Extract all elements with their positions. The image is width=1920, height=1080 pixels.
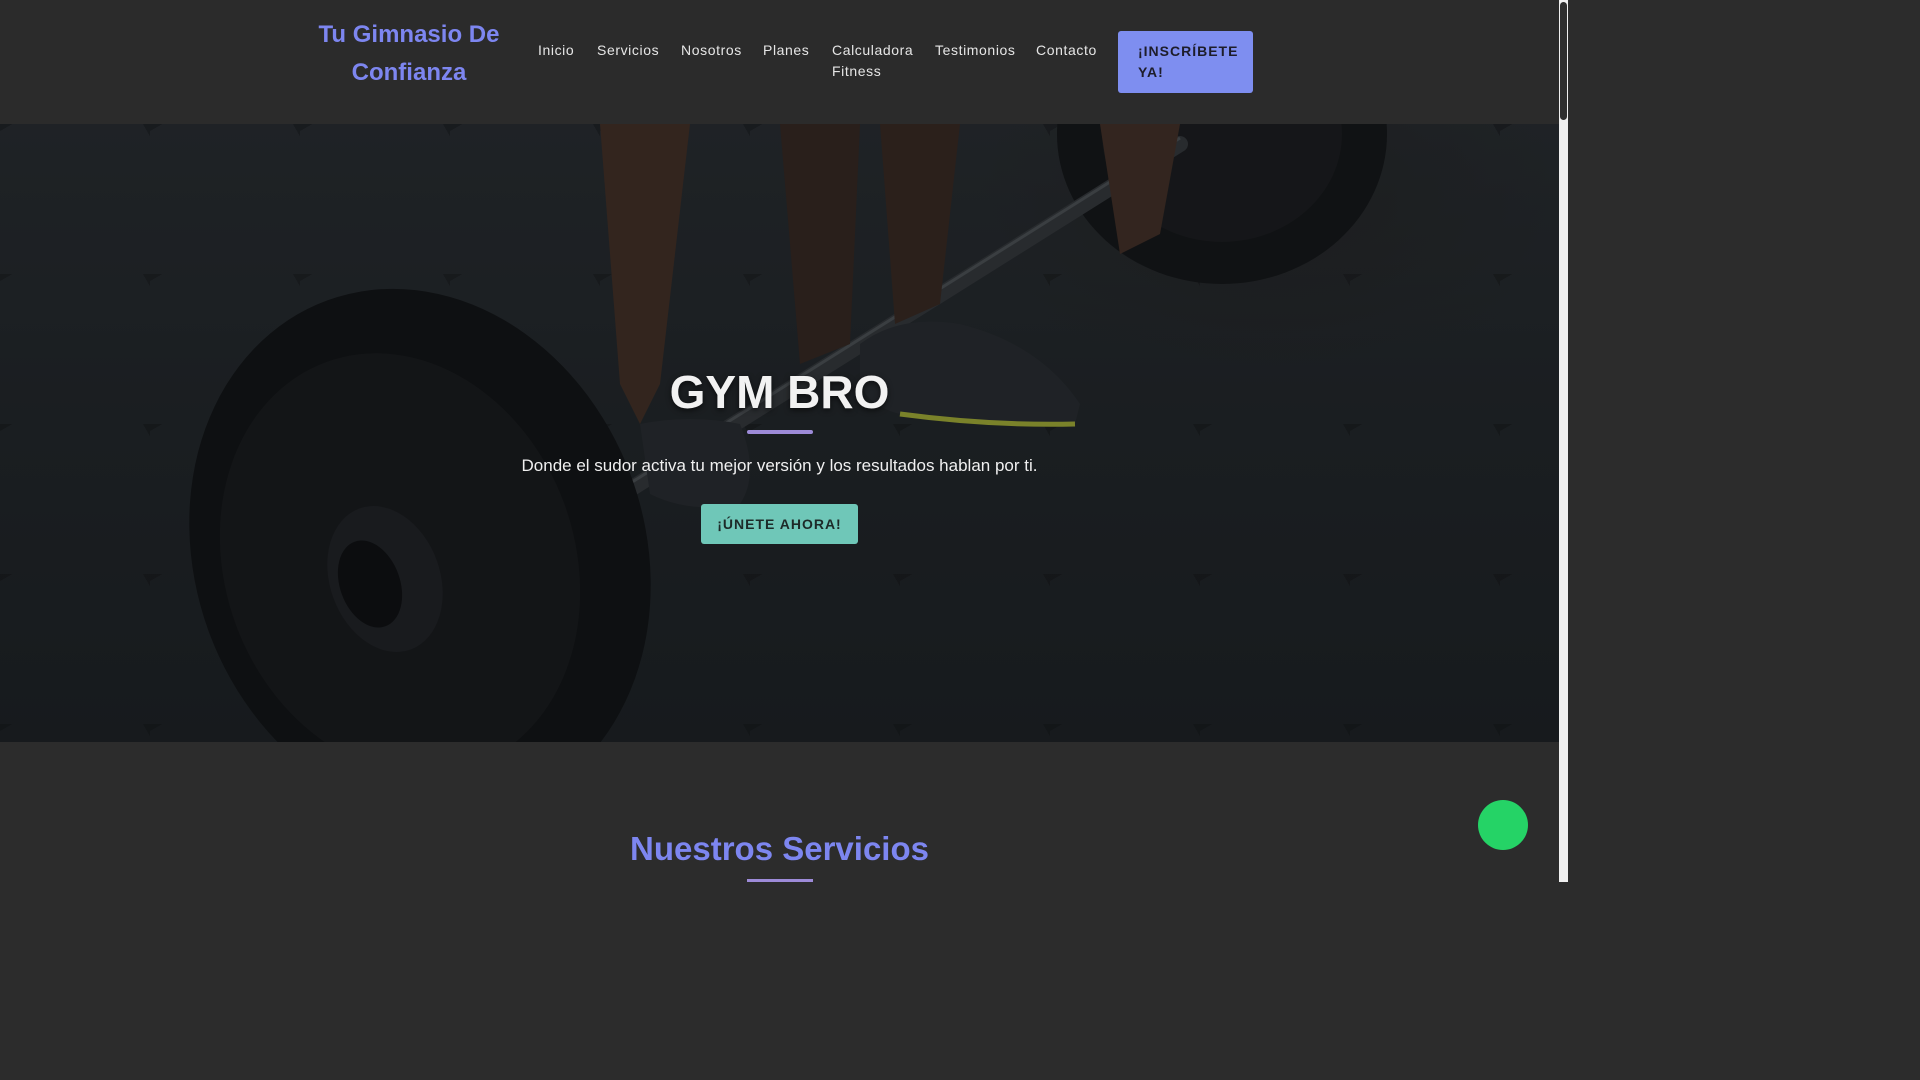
signup-button-line-1: ¡INSCRÍBETE <box>1138 43 1239 59</box>
logo-line-1: Tu Gimnasio De <box>318 21 500 48</box>
hero-title: GYM BRO <box>669 366 890 418</box>
hero-subtitle: Donde el sudor activa tu mejor versión y… <box>521 456 1038 475</box>
nav-nosotros[interactable]: Nosotros <box>681 40 742 61</box>
hero-section: GYM BRO Donde el sudor activa tu mejor v… <box>0 124 1559 742</box>
page-scrollbar[interactable] <box>1559 0 1568 882</box>
signup-button[interactable]: ¡INSCRÍBETE YA! <box>1118 31 1253 93</box>
nav-calculadora-line-1: Calculadora <box>832 42 914 58</box>
nav-servicios[interactable]: Servicios <box>597 40 659 61</box>
services-title: Nuestros Servicios <box>630 830 929 867</box>
nav-contacto[interactable]: Contacto <box>1036 40 1097 61</box>
site-header: Tu Gimnasio De Confianza Inicio Servicio… <box>0 0 1559 124</box>
join-now-button[interactable]: ¡ÚNETE AHORA! <box>701 504 858 544</box>
nav-calculadora-line-2: Fitness <box>832 63 882 79</box>
logo-line-2: Confianza <box>351 59 467 86</box>
scrollbar-thumb[interactable] <box>1560 2 1567 120</box>
hero-title-underline <box>747 430 813 434</box>
services-title-underline <box>747 879 813 882</box>
nav-inicio[interactable]: Inicio <box>538 40 574 61</box>
nav-testimonios[interactable]: Testimonios <box>935 40 1016 61</box>
site-logo[interactable]: Tu Gimnasio De Confianza <box>300 16 518 92</box>
page: Tu Gimnasio De Confianza Inicio Servicio… <box>0 0 1568 882</box>
chat-bubble-icon[interactable] <box>1478 800 1528 850</box>
nav-calculadora-fitness[interactable]: Calculadora Fitness <box>832 40 913 82</box>
nav-planes[interactable]: Planes <box>763 40 809 61</box>
signup-button-line-2: YA! <box>1138 64 1164 80</box>
